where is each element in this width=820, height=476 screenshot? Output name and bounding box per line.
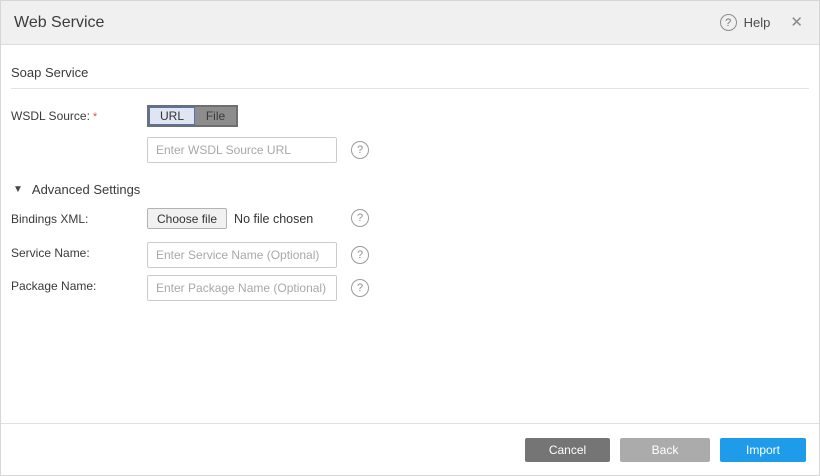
wsdl-url-control <box>147 137 337 163</box>
page-title: Web Service <box>14 14 104 32</box>
bindings-xml-label: Bindings XML: <box>11 208 147 226</box>
web-service-dialog: { "header": { "title": "Web Service", "h… <box>0 0 820 476</box>
toggle-option-file[interactable]: File <box>195 107 236 125</box>
dialog-footer: Cancel Back Import <box>1 423 819 475</box>
wsdl-source-row: WSDL Source:* URL File <box>11 105 809 127</box>
header-actions: ? Help ✕ <box>720 14 803 31</box>
advanced-settings-label: Advanced Settings <box>32 182 140 197</box>
section-title-soap-service: Soap Service <box>11 65 809 80</box>
package-name-input[interactable] <box>147 275 337 301</box>
wsdl-url-spacer <box>11 137 147 141</box>
close-icon[interactable]: ✕ <box>790 15 803 30</box>
bindings-xml-control: Choose file No file chosen <box>147 208 337 229</box>
caret-down-icon: ▼ <box>13 184 23 195</box>
file-status-text: No file chosen <box>234 212 313 226</box>
toggle-option-url[interactable]: URL <box>149 107 195 125</box>
wsdl-url-help-icon[interactable]: ? <box>351 141 369 159</box>
wsdl-url-row: ? <box>11 137 809 163</box>
package-name-label: Package Name: <box>11 275 147 293</box>
help-icon[interactable]: ? <box>720 14 737 31</box>
service-name-help-icon[interactable]: ? <box>351 246 369 264</box>
bindings-xml-row: Bindings XML: Choose file No file chosen… <box>11 208 809 229</box>
package-name-row: Package Name: ? <box>11 275 809 301</box>
wsdl-source-label: WSDL Source:* <box>11 105 147 123</box>
bindings-xml-help-icon[interactable]: ? <box>351 209 369 227</box>
wsdl-url-input[interactable] <box>147 137 337 163</box>
wsdl-source-toggle: URL File <box>147 105 238 127</box>
service-name-label: Service Name: <box>11 242 147 260</box>
dialog-header: Web Service ? Help ✕ <box>1 1 819 45</box>
required-asterisk: * <box>93 111 97 123</box>
service-name-input[interactable] <box>147 242 337 268</box>
import-button[interactable]: Import <box>720 438 806 462</box>
package-name-help-icon[interactable]: ? <box>351 279 369 297</box>
wsdl-source-label-text: WSDL Source: <box>11 109 90 123</box>
service-name-row: Service Name: ? <box>11 242 809 268</box>
choose-file-button[interactable]: Choose file <box>147 208 227 229</box>
dialog-body: Soap Service WSDL Source:* URL File ? ▼ … <box>1 65 819 301</box>
package-name-control <box>147 275 337 301</box>
section-divider <box>11 88 809 89</box>
service-name-control <box>147 242 337 268</box>
back-button[interactable]: Back <box>620 438 710 462</box>
advanced-settings-toggle[interactable]: ▼ Advanced Settings <box>13 182 809 197</box>
help-link[interactable]: Help <box>744 15 771 30</box>
cancel-button[interactable]: Cancel <box>525 438 610 462</box>
